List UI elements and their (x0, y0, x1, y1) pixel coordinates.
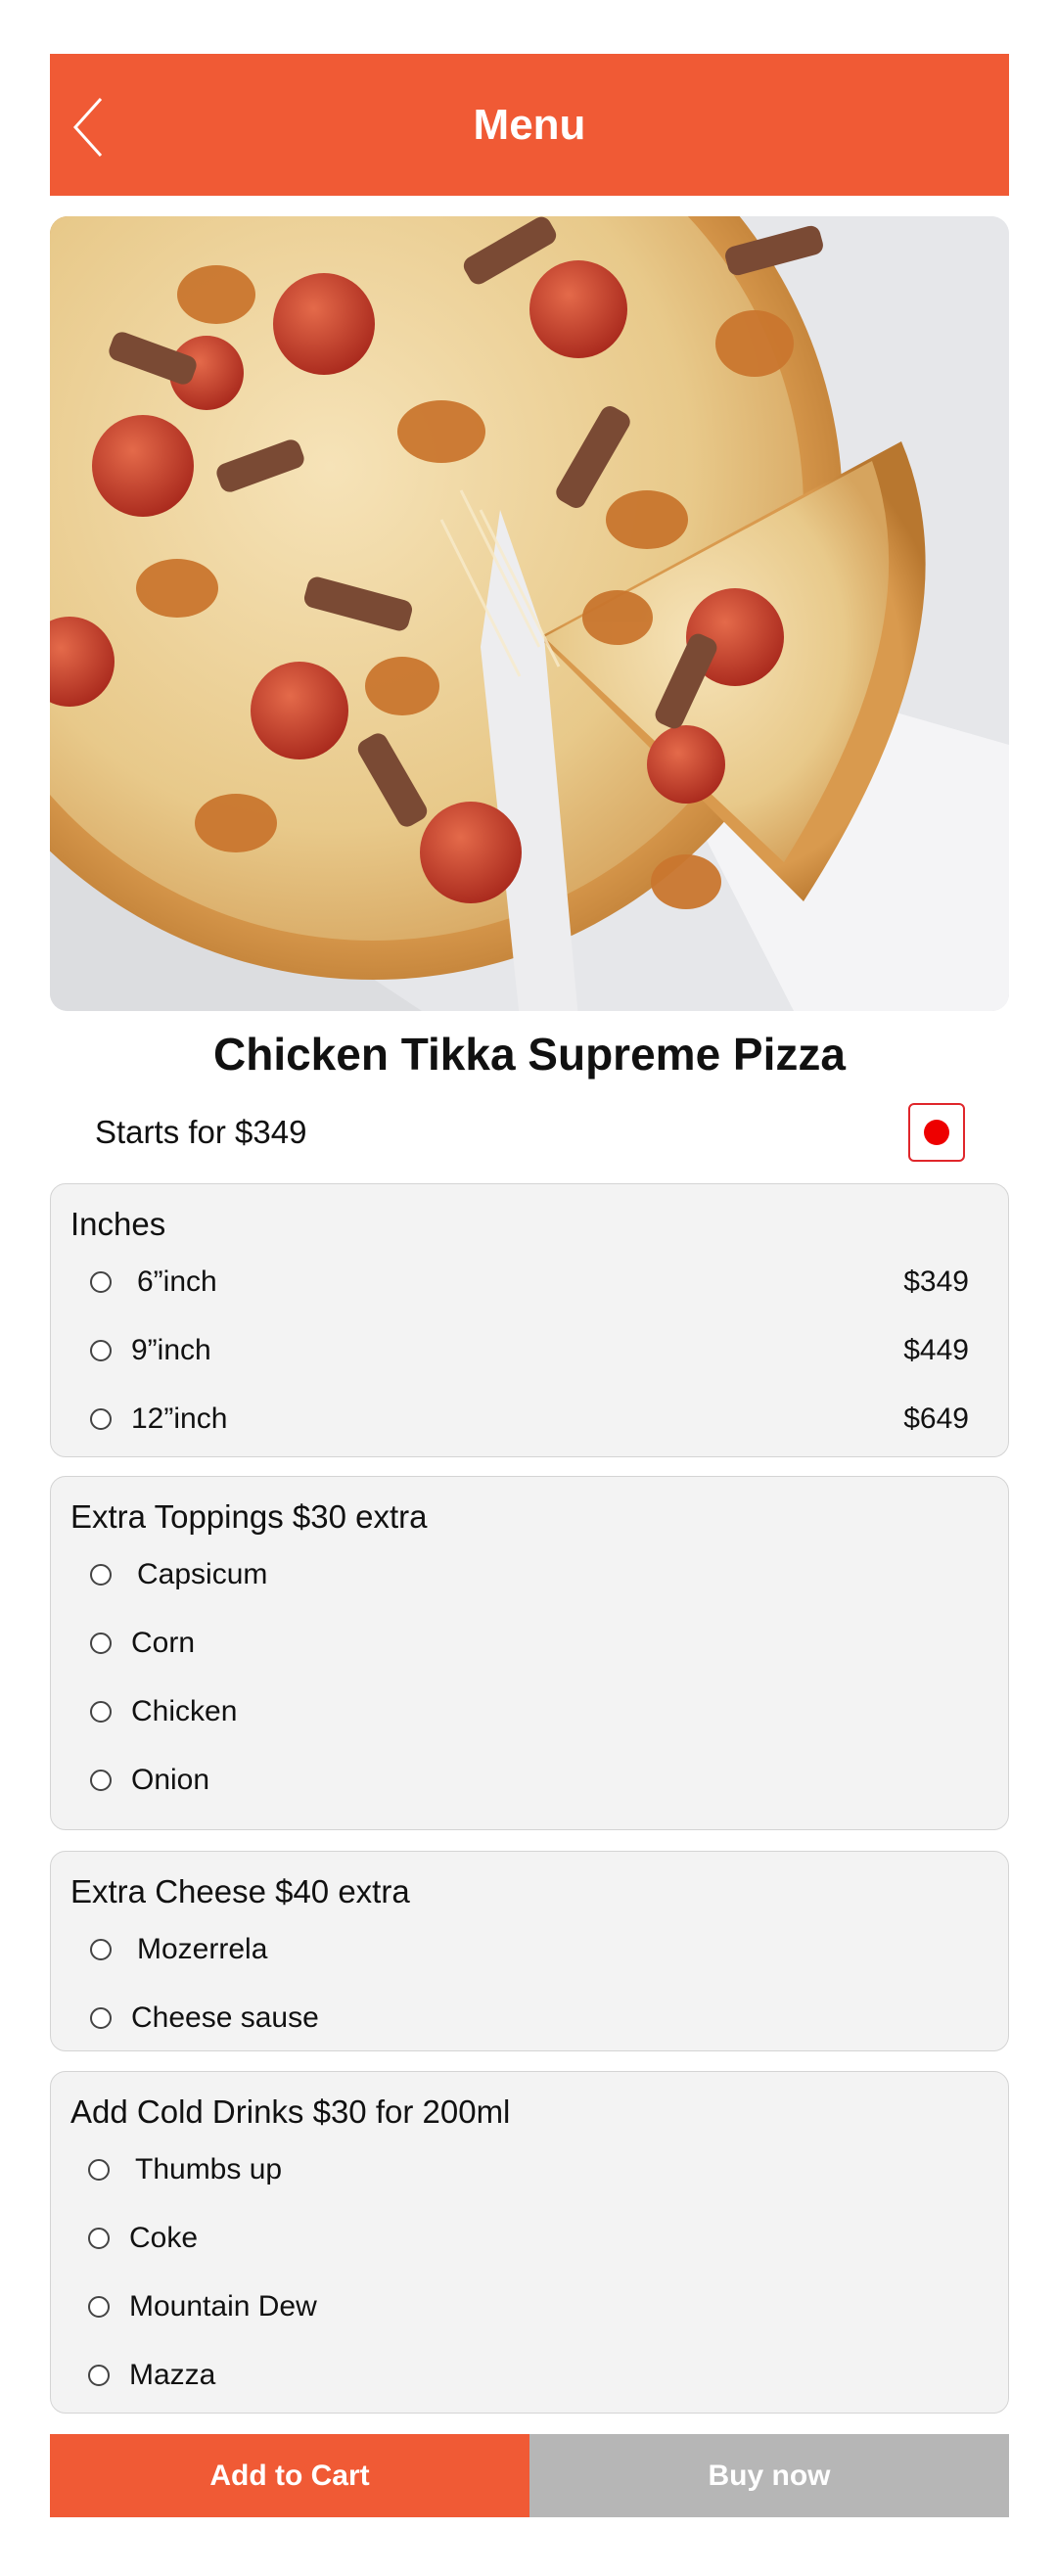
record-dot-button[interactable] (908, 1103, 965, 1162)
option-price: $349 (903, 1265, 969, 1298)
radio-button[interactable] (88, 2228, 110, 2249)
product-name: Chicken Tikka Supreme Pizza (213, 1029, 846, 1080)
option-label: 9”inch (131, 1334, 211, 1366)
pizza-photo (50, 216, 1009, 1011)
drink-option[interactable]: Mazza (88, 2353, 969, 2398)
option-label: 6”inch (137, 1265, 217, 1298)
cheese-panel: Extra Cheese $40 extra Mozerrela Cheese … (50, 1851, 1009, 2051)
section-title: Inches (70, 1206, 166, 1242)
topping-option[interactable]: Chicken (90, 1689, 969, 1734)
top-app-bar: Menu (50, 54, 1009, 196)
radio-button[interactable] (90, 1340, 112, 1361)
option-label: Mazza (129, 2359, 216, 2391)
topping-option[interactable]: Onion (90, 1758, 969, 1803)
toppings-panel: Extra Toppings $30 extra Capsicum Corn C… (50, 1476, 1009, 1830)
option-label: Onion (131, 1764, 210, 1796)
option-label: Corn (131, 1627, 196, 1659)
option-label: Coke (129, 2222, 199, 2254)
option-label: Mozerrela (137, 1933, 268, 1965)
radio-button[interactable] (88, 2365, 110, 2386)
size-option[interactable]: 6”inch $349 (90, 1260, 969, 1305)
radio-button[interactable] (90, 1564, 112, 1586)
size-options-panel: Inches 6”inch $349 9”inch $449 12”inch $… (50, 1183, 1009, 1457)
section-title: Extra Toppings $30 extra (70, 1498, 428, 1535)
buy-now-button[interactable]: Buy now (529, 2434, 1009, 2517)
section-title: Add Cold Drinks $30 for 200ml (70, 2093, 511, 2130)
option-label: Cheese sause (131, 2001, 319, 2034)
radio-button[interactable] (90, 1633, 112, 1654)
cold-drinks-panel: Add Cold Drinks $30 for 200ml Thumbs up … (50, 2071, 1009, 2414)
section-title: Extra Cheese $40 extra (70, 1873, 410, 1909)
radio-button[interactable] (88, 2159, 110, 2181)
option-label: Mountain Dew (129, 2290, 317, 2323)
radio-button[interactable] (90, 2007, 112, 2029)
cheese-option[interactable]: Cheese sause (90, 1996, 969, 2041)
option-price: $649 (903, 1403, 969, 1435)
radio-button[interactable] (90, 1939, 112, 1960)
option-price: $449 (903, 1334, 969, 1366)
option-label: 12”inch (131, 1403, 228, 1435)
cheese-option[interactable]: Mozerrela (90, 1927, 969, 1972)
starting-price: Starts for $349 (95, 1114, 307, 1150)
drink-option[interactable]: Thumbs up (88, 2147, 969, 2192)
chevron-left-icon[interactable] (71, 97, 111, 158)
option-label: Capsicum (137, 1558, 268, 1590)
size-option[interactable]: 9”inch $449 (90, 1328, 969, 1373)
drink-option[interactable]: Coke (88, 2216, 969, 2261)
page-title: Menu (473, 100, 586, 149)
radio-button[interactable] (90, 1408, 112, 1430)
drink-option[interactable]: Mountain Dew (88, 2284, 969, 2329)
radio-button[interactable] (90, 1701, 112, 1723)
topping-option[interactable]: Capsicum (90, 1552, 969, 1597)
option-label: Thumbs up (135, 2153, 283, 2185)
radio-button[interactable] (90, 1770, 112, 1791)
radio-button[interactable] (90, 1271, 112, 1293)
size-option[interactable]: 12”inch $649 (90, 1397, 969, 1442)
record-dot-icon (924, 1120, 949, 1145)
option-label: Chicken (131, 1695, 238, 1727)
topping-option[interactable]: Corn (90, 1621, 969, 1666)
add-to-cart-button[interactable]: Add to Cart (50, 2434, 529, 2517)
radio-button[interactable] (88, 2296, 110, 2318)
